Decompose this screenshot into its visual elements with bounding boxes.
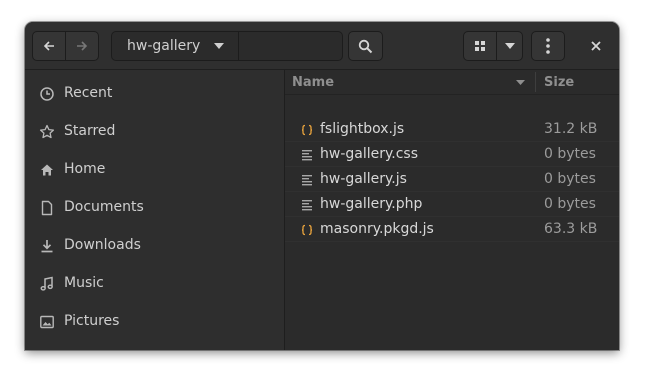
- document-icon: [41, 200, 53, 216]
- file-manager-window: hw-gallery Recent Starred Home Documents…: [25, 22, 619, 350]
- view-options-button[interactable]: [496, 31, 523, 61]
- file-name: hw-gallery.css: [320, 146, 419, 162]
- file-name: hw-gallery.js: [320, 171, 407, 187]
- sidebar-item-recent[interactable]: Recent: [25, 74, 284, 112]
- sidebar-item-documents[interactable]: Documents: [25, 188, 284, 226]
- table-row[interactable]: hw-gallery.php 0 bytes: [285, 192, 619, 217]
- arrow-right-icon: [77, 41, 88, 51]
- column-header-name[interactable]: Name: [292, 75, 334, 90]
- path-segment-label: hw-gallery: [127, 38, 201, 54]
- grid-view-icon: [475, 41, 485, 51]
- download-icon: [41, 240, 53, 253]
- sidebar-item-label: Pictures: [64, 313, 120, 329]
- main-menu-button[interactable]: [531, 31, 565, 61]
- sidebar-item-label: Recent: [64, 85, 113, 101]
- sidebar-item-label: Starred: [64, 123, 116, 139]
- text-file-icon: [302, 150, 312, 161]
- chevron-down-icon: [214, 43, 224, 49]
- sidebar-item-starred[interactable]: Starred: [25, 112, 284, 150]
- sidebar-item-pictures[interactable]: Pictures: [25, 302, 284, 340]
- music-icon: [40, 276, 53, 291]
- star-icon: [39, 124, 55, 139]
- file-size: 31.2 kB: [544, 121, 598, 137]
- sidebar-item-label: Music: [64, 275, 104, 291]
- script-file-icon: [301, 124, 313, 136]
- chevron-down-icon: [504, 43, 515, 49]
- sidebar-item-home[interactable]: Home: [25, 150, 284, 188]
- sidebar-item-label: Downloads: [64, 237, 141, 253]
- script-file-icon: [301, 224, 313, 236]
- back-button[interactable]: [32, 31, 66, 61]
- forward-button[interactable]: [65, 31, 99, 61]
- file-list-view: Name Size fslightbox.js 31.2 kB hw-galle…: [285, 70, 619, 350]
- table-row[interactable]: fslightbox.js 31.2 kB: [285, 117, 619, 142]
- picture-icon: [40, 315, 54, 329]
- table-row[interactable]: hw-gallery.css 0 bytes: [285, 142, 619, 167]
- search-button[interactable]: [348, 31, 383, 61]
- table-row[interactable]: hw-gallery.js 0 bytes: [285, 167, 619, 192]
- column-header-row: Name Size: [285, 70, 619, 95]
- header-bar: hw-gallery: [25, 22, 619, 70]
- column-divider[interactable]: [535, 72, 536, 92]
- file-size: 0 bytes: [544, 171, 596, 187]
- text-file-icon: [302, 175, 312, 186]
- text-file-icon: [302, 200, 312, 211]
- sidebar-item-label: Home: [64, 161, 106, 177]
- sidebar-item-downloads[interactable]: Downloads: [25, 226, 284, 264]
- file-size: 0 bytes: [544, 196, 596, 212]
- places-sidebar: Recent Starred Home Documents Downloads …: [25, 70, 285, 350]
- path-bar[interactable]: hw-gallery: [111, 31, 343, 61]
- search-icon: [358, 39, 373, 53]
- view-mode-button[interactable]: [463, 31, 497, 61]
- vertical-dots-icon: [546, 38, 550, 54]
- close-icon: [591, 41, 601, 51]
- clock-icon: [40, 87, 54, 101]
- file-name: hw-gallery.php: [320, 196, 423, 212]
- file-name: fslightbox.js: [320, 121, 405, 137]
- row-divider: [285, 241, 619, 242]
- file-size: 0 bytes: [544, 146, 596, 162]
- sidebar-item-label: Documents: [64, 199, 144, 215]
- table-row[interactable]: masonry.pkgd.js 63.3 kB: [285, 217, 619, 242]
- home-icon: [41, 164, 53, 176]
- file-size: 63.3 kB: [544, 221, 598, 237]
- sidebar-item-music[interactable]: Music: [25, 264, 284, 302]
- file-name: masonry.pkgd.js: [320, 221, 434, 237]
- sort-descending-icon: [516, 80, 525, 85]
- arrow-left-icon: [43, 41, 54, 51]
- column-header-size[interactable]: Size: [544, 75, 574, 90]
- close-button[interactable]: [582, 32, 610, 60]
- path-segment-current[interactable]: hw-gallery: [112, 32, 239, 60]
